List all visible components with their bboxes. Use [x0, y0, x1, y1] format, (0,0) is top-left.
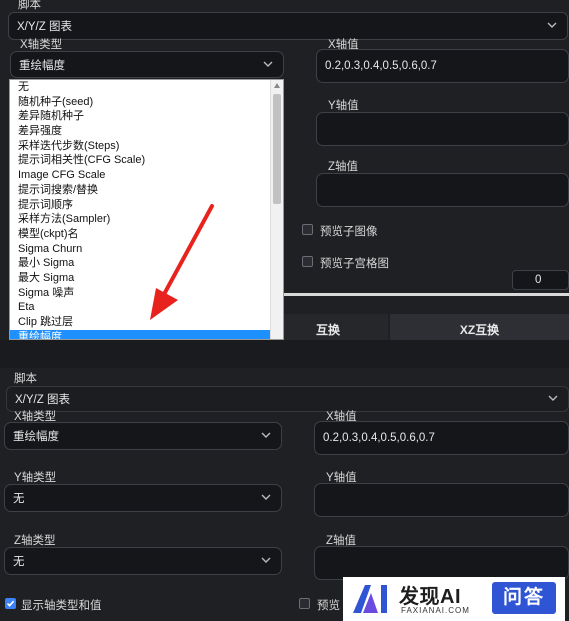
dropdown-option[interactable]: 提示词搜索/替换	[10, 183, 272, 198]
y-type-label-2: Y轴类型	[14, 472, 57, 484]
y-type-select-2[interactable]: 无	[4, 484, 282, 512]
x-values-2-text: 0.2,0.3,0.4,0.5,0.6,0.7	[323, 432, 435, 444]
z-values-input-2[interactable]	[314, 546, 569, 580]
swap-xy-button[interactable]: 互换	[268, 314, 388, 340]
y-values-input-2[interactable]	[314, 483, 569, 517]
swap-xy-label: 互换	[315, 323, 340, 337]
swap-xz-label: XZ互换	[459, 323, 500, 337]
dropdown-option[interactable]: 无	[10, 80, 272, 95]
red-arrow-annotation	[150, 204, 214, 320]
chevron-down-icon	[261, 555, 271, 565]
preview-sub-image-checkbox[interactable]	[302, 224, 313, 235]
margin-value: 0	[535, 274, 542, 286]
watermark-domain: FAXIANAI.COM	[401, 606, 470, 615]
show-axis-label: 显示轴类型和值	[21, 600, 102, 612]
script-select[interactable]: X/Y/Z 图表	[8, 12, 568, 40]
watermark-brand: 发现AI	[399, 586, 461, 608]
z-type-label-2: Z轴类型	[14, 535, 56, 547]
preview-sub-grid-checkbox[interactable]	[302, 256, 313, 267]
y-values-input[interactable]	[316, 112, 569, 146]
preview-checkbox-2[interactable]	[299, 598, 310, 609]
script-select-value: X/Y/Z 图表	[17, 21, 72, 33]
dropdown-option[interactable]: Image CFG Scale	[10, 168, 272, 183]
chevron-down-icon	[263, 59, 273, 69]
x-type-value: 重绘幅度	[19, 59, 65, 72]
screenshot-separator	[0, 340, 569, 368]
x-type-select-2[interactable]: 重绘幅度	[4, 422, 282, 450]
dropdown-option[interactable]: 采样迭代步数(Steps)	[10, 139, 272, 154]
dropdown-option[interactable]: 重绘幅度	[10, 329, 272, 339]
chevron-down-icon	[261, 430, 271, 440]
watermark-banner: 发现AI FAXIANAI.COM 问答	[343, 577, 565, 621]
preview-sub-image-label: 预览子图像	[320, 226, 378, 238]
scroll-up-arrow-icon[interactable]	[274, 83, 280, 88]
x-values-text: 0.2,0.3,0.4,0.5,0.6,0.7	[325, 60, 437, 72]
script-select-2[interactable]: X/Y/Z 图表	[6, 386, 569, 412]
chevron-down-icon	[548, 393, 558, 403]
dropdown-scrollbar-thumb[interactable]	[273, 94, 281, 204]
script-label-2: 脚本	[14, 373, 37, 385]
x-type-select[interactable]: 重绘幅度	[10, 51, 284, 78]
preview-label-2: 预览	[317, 600, 340, 612]
chevron-down-icon	[261, 492, 271, 502]
script-label: 脚本	[18, 0, 41, 11]
chevron-down-icon	[547, 20, 557, 30]
swap-xz-button[interactable]: XZ互换	[390, 314, 569, 340]
margin-input[interactable]: 0	[512, 270, 569, 290]
watermark-badge: 问答	[492, 582, 556, 614]
y-values-label: Y轴值	[328, 100, 359, 112]
preview-sub-grid-label: 预览子宫格图	[320, 258, 389, 270]
x-values-input[interactable]: 0.2,0.3,0.4,0.5,0.6,0.7	[316, 49, 569, 83]
ai-logo-icon	[353, 585, 387, 613]
z-values-label: Z轴值	[328, 161, 359, 173]
panel-divider	[280, 293, 569, 296]
dropdown-option[interactable]: 提示词相关性(CFG Scale)	[10, 153, 272, 168]
z-type-select-2[interactable]: 无	[4, 547, 282, 575]
x-values-input-2[interactable]: 0.2,0.3,0.4,0.5,0.6,0.7	[314, 421, 569, 455]
script-select-2-value: X/Y/Z 图表	[15, 394, 70, 406]
x-type-2-value: 重绘幅度	[13, 431, 59, 443]
show-axis-checkbox[interactable]	[5, 598, 16, 609]
dropdown-option[interactable]: 差异强度	[10, 124, 272, 139]
z-type-2-value: 无	[13, 556, 25, 568]
x-type-label: X轴类型	[20, 39, 63, 51]
y-type-2-value: 无	[13, 493, 25, 505]
check-icon	[6, 600, 15, 607]
dropdown-option[interactable]: 差异随机种子	[10, 109, 272, 124]
dropdown-scrollbar-track[interactable]	[270, 80, 283, 339]
dropdown-option[interactable]: 随机种子(seed)	[10, 95, 272, 110]
watermark-badge-text: 问答	[502, 587, 545, 608]
z-values-input[interactable]	[316, 173, 569, 207]
